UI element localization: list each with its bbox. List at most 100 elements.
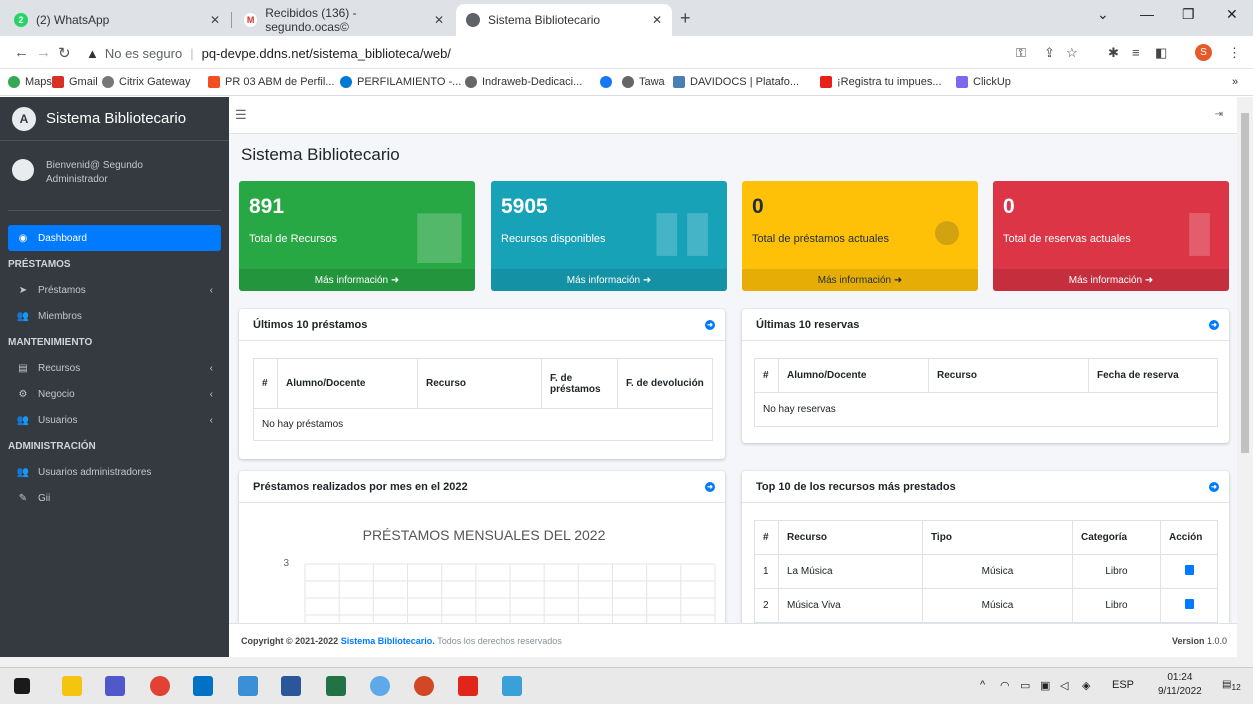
- browser-tab-strip: 2 (2) WhatsApp ✕ M Recibidos (136) - seg…: [0, 0, 1253, 36]
- bookmark-indraweb[interactable]: Indraweb-Dedicaci...: [465, 76, 582, 88]
- teams-icon[interactable]: [105, 676, 125, 696]
- address-bar: ← → ↻ ▲ No es seguro | pq-devpe.ddns.net…: [0, 36, 1253, 69]
- shield-icon[interactable]: ◈: [1082, 679, 1090, 692]
- store-icon[interactable]: [238, 676, 258, 696]
- bookmark-maps[interactable]: Maps: [8, 76, 52, 88]
- extensions-icon[interactable]: ✱: [1108, 45, 1119, 61]
- sidebar-item-gii[interactable]: ✎ Gii: [8, 485, 221, 511]
- chrome-icon[interactable]: [150, 676, 170, 696]
- clock[interactable]: 01:24 9/11/2022: [1158, 671, 1202, 699]
- logout-icon[interactable]: ⇥: [1215, 109, 1223, 120]
- scrollbar-thumb[interactable]: [1241, 113, 1249, 453]
- stat-box-prestamos: 0 Total de préstamos actuales ● Más info…: [742, 181, 978, 291]
- hamburger-menu-icon[interactable]: ☰: [235, 107, 247, 123]
- brand-link[interactable]: A Sistema Bibliotecario: [0, 97, 229, 141]
- arrow-circle-right-icon[interactable]: ➜: [1209, 482, 1219, 492]
- reading-list-icon[interactable]: ≡: [1132, 45, 1140, 60]
- outlook-icon[interactable]: [193, 676, 213, 696]
- vertical-scrollbar[interactable]: [1237, 97, 1253, 657]
- language-indicator[interactable]: ESP: [1112, 679, 1134, 691]
- sidebar-item-dashboard[interactable]: ◉ Dashboard: [8, 225, 221, 251]
- wifi-icon[interactable]: ◠: [1000, 679, 1010, 692]
- user-panel[interactable]: Bienvenid@ Segundo Administrador: [8, 141, 221, 211]
- table-row: 1 La Música Música Libro: [754, 554, 1218, 589]
- tab-sistema-bibliotecario[interactable]: Sistema Bibliotecario ✕: [456, 4, 672, 36]
- notifications-icon[interactable]: ▤12: [1222, 679, 1241, 692]
- bookmark-pr03[interactable]: PR 03 ABM de Perfil...: [208, 76, 334, 88]
- stat-value: 0: [752, 195, 764, 218]
- security-label[interactable]: No es seguro: [105, 46, 182, 61]
- volume-icon[interactable]: ◁: [1060, 679, 1068, 692]
- powerpoint-icon[interactable]: [414, 676, 434, 696]
- column-header: Tipo: [922, 520, 1073, 555]
- bookmark-facebook[interactable]: [600, 76, 617, 88]
- sidebar-item-miembros[interactable]: 👥 Miembros: [8, 303, 221, 329]
- acrobat-icon[interactable]: [458, 676, 478, 696]
- bookmark-clickup[interactable]: ClickUp: [956, 76, 1011, 88]
- arrow-circle-right-icon[interactable]: ➜: [705, 482, 715, 492]
- battery-icon[interactable]: ▭: [1020, 679, 1030, 692]
- view-action-icon[interactable]: [1184, 599, 1194, 609]
- close-tab-icon[interactable]: ✕: [652, 13, 662, 27]
- sidebar-item-usuarios-administradores[interactable]: 👥 Usuarios administradores: [8, 459, 221, 485]
- tab-whatsapp[interactable]: 2 (2) WhatsApp ✕: [4, 4, 230, 36]
- view-action-icon[interactable]: [1184, 565, 1194, 575]
- arrow-circle-right-icon: ➜: [1144, 274, 1154, 286]
- sidebar-item-prestamos[interactable]: ➤ Préstamos ‹: [8, 277, 221, 303]
- bookmarks-overflow-icon[interactable]: »: [1232, 76, 1238, 88]
- close-tab-icon[interactable]: ✕: [434, 13, 444, 27]
- photos-icon[interactable]: [502, 676, 522, 696]
- bookmark-registra[interactable]: ¡Registra tu impues...: [820, 76, 942, 88]
- chevron-left-icon: ‹: [209, 284, 213, 296]
- reload-button[interactable]: ↻: [58, 44, 71, 62]
- more-info-link[interactable]: Más información ➜: [742, 269, 978, 291]
- bookmark-tawa[interactable]: Tawa: [622, 76, 665, 88]
- tray-chevron-icon[interactable]: ^: [980, 679, 985, 691]
- arrow-circle-right-icon[interactable]: ➜: [705, 320, 715, 330]
- bookmark-gmail[interactable]: Gmail: [52, 76, 98, 88]
- omnibox[interactable]: ▲ No es seguro | pq-devpe.ddns.net/siste…: [76, 40, 996, 66]
- sidebar-item-negocio[interactable]: ⚙ Negocio ‹: [8, 381, 221, 407]
- arrow-circle-right-icon: ➜: [642, 274, 652, 286]
- profile-avatar[interactable]: S: [1195, 44, 1212, 61]
- back-button[interactable]: ←: [14, 44, 29, 61]
- excel-icon[interactable]: [326, 676, 346, 696]
- new-tab-button[interactable]: +: [680, 8, 691, 29]
- sidebar-item-recursos[interactable]: ▤ Recursos ‹: [8, 355, 221, 381]
- stat-box-reservas: 0 Total de reservas actuales ▮ Más infor…: [993, 181, 1229, 291]
- more-info-link[interactable]: Más información ➜: [993, 269, 1229, 291]
- display-icon[interactable]: ▣: [1040, 679, 1050, 692]
- bookmark-citrix[interactable]: Citrix Gateway: [102, 76, 191, 88]
- bookmark-davidocs[interactable]: DAVIDOCS | Platafo...: [673, 76, 799, 88]
- star-icon[interactable]: ☆: [1066, 45, 1078, 61]
- close-tab-icon[interactable]: ✕: [210, 13, 220, 27]
- stat-label: Total de Recursos: [249, 233, 338, 245]
- share-icon[interactable]: ⇪: [1044, 45, 1055, 61]
- key-icon[interactable]: ⚿: [1016, 45, 1026, 61]
- tab-search-icon[interactable]: ⌄: [1097, 6, 1109, 23]
- horizontal-scrollbar[interactable]: [0, 657, 1253, 667]
- close-window-button[interactable]: ✕: [1226, 6, 1238, 23]
- tab-gmail[interactable]: M Recibidos (136) - segundo.ocas© ✕: [234, 4, 454, 36]
- file-explorer-icon[interactable]: [62, 676, 82, 696]
- word-icon[interactable]: [281, 676, 301, 696]
- app-icon[interactable]: [370, 676, 390, 696]
- url-text[interactable]: pq-devpe.ddns.net/sistema_biblioteca/web…: [202, 46, 451, 61]
- restore-button[interactable]: ❐: [1182, 6, 1195, 23]
- bookmark-perfilamiento[interactable]: PERFILAMIENTO -...: [340, 76, 461, 88]
- user-avatar-icon: [12, 159, 34, 181]
- arrow-circle-right-icon: ➜: [390, 274, 400, 286]
- footer-brand-link[interactable]: Sistema Bibliotecario.: [341, 636, 435, 646]
- sidepanel-icon[interactable]: ◧: [1155, 45, 1167, 61]
- windows-start-icon[interactable]: [14, 678, 30, 694]
- arrow-circle-right-icon[interactable]: ➜: [1209, 320, 1219, 330]
- sidebar-item-usuarios[interactable]: 👥 Usuarios ‹: [8, 407, 221, 433]
- more-info-link[interactable]: Más información ➜: [491, 269, 727, 291]
- more-info-link[interactable]: Más información ➜: [239, 269, 475, 291]
- minimize-button[interactable]: —: [1140, 6, 1154, 22]
- warning-icon[interactable]: ▲: [86, 46, 99, 61]
- forward-button[interactable]: →: [36, 44, 51, 61]
- brand-logo-icon: A: [12, 106, 36, 131]
- menu-kebab-icon[interactable]: ⋮: [1228, 45, 1241, 61]
- card-title: Préstamos realizados por mes en el 2022: [253, 480, 468, 493]
